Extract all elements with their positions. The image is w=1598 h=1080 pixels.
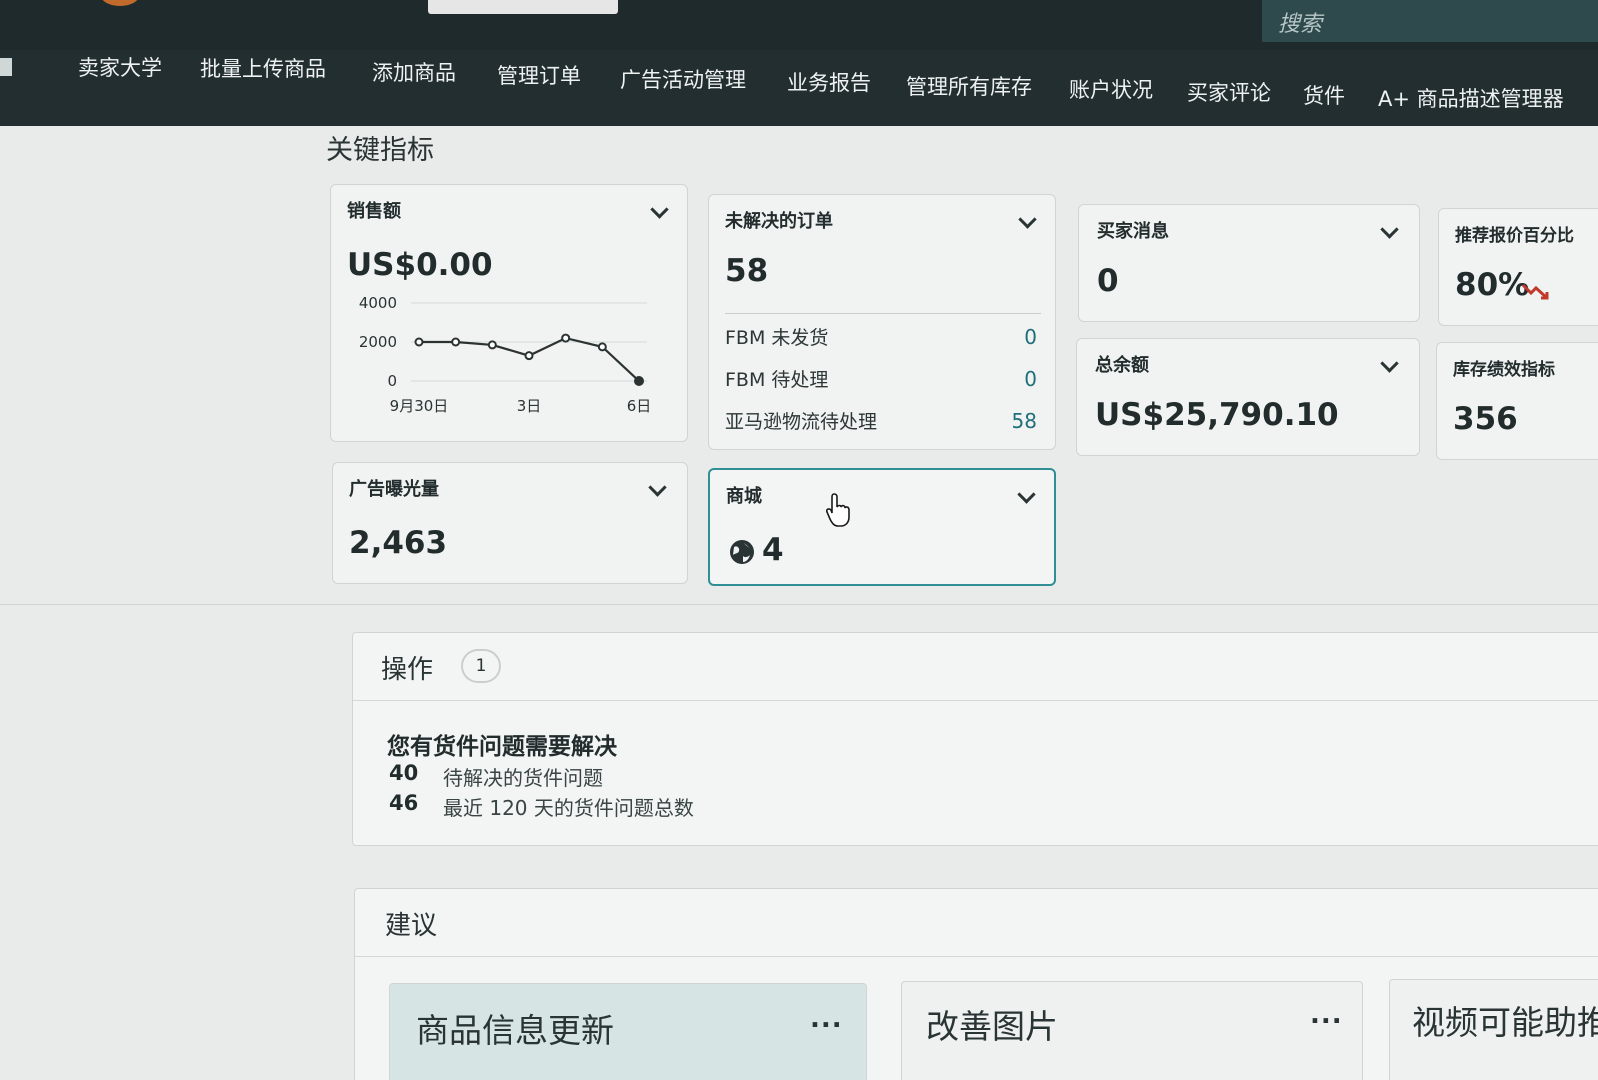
actions-header: 操作 1 bbox=[353, 633, 1598, 701]
suggestions-header: 建议 bbox=[355, 889, 1598, 957]
data-point bbox=[597, 342, 607, 352]
actions-title: 操作 bbox=[381, 655, 434, 685]
fbm-pending-value[interactable]: 0 bbox=[997, 367, 1037, 391]
data-point bbox=[524, 351, 534, 361]
y-tick-label: 2000 bbox=[359, 333, 397, 351]
fba-pending-label[interactable]: 亚马逊物流待处理 bbox=[725, 407, 877, 434]
x-tick-label: 6日 bbox=[627, 397, 652, 415]
chevron-down-icon[interactable] bbox=[1380, 354, 1399, 373]
marketplace-selector[interactable] bbox=[428, 0, 618, 14]
featured-offer-card[interactable]: 推荐报价百分比 80% bbox=[1438, 208, 1598, 326]
nav-item-account-health[interactable]: 账户状况 bbox=[1069, 74, 1153, 104]
inventory-performance-title: 库存绩效指标 bbox=[1453, 360, 1555, 380]
more-options-icon[interactable]: ... bbox=[1310, 1000, 1343, 1030]
nav-item-business-reports[interactable]: 业务报告 bbox=[787, 67, 871, 97]
buyer-messages-title: 买家消息 bbox=[1097, 221, 1169, 242]
chevron-down-icon[interactable] bbox=[650, 200, 669, 219]
marketplace-card[interactable]: 商城 4 bbox=[708, 468, 1056, 586]
buyer-messages-value: 0 bbox=[1097, 263, 1119, 299]
sales-value: US$0.00 bbox=[347, 247, 493, 283]
marketplace-title: 商城 bbox=[726, 486, 762, 507]
orders-title: 未解决的订单 bbox=[725, 211, 833, 232]
chevron-down-icon[interactable] bbox=[1018, 210, 1037, 229]
data-point bbox=[451, 337, 461, 347]
chevron-down-icon[interactable] bbox=[1380, 220, 1399, 239]
balance-title: 总余额 bbox=[1095, 355, 1149, 376]
ad-impressions-title: 广告曝光量 bbox=[349, 479, 439, 500]
nav-item-buyer-reviews[interactable]: 买家评论 bbox=[1187, 77, 1271, 107]
data-point bbox=[487, 340, 497, 350]
bookmark-icon[interactable] bbox=[0, 58, 12, 76]
x-tick-label: 3日 bbox=[517, 397, 542, 415]
actions-count-badge: 1 bbox=[461, 649, 501, 683]
data-point bbox=[414, 337, 424, 347]
featured-offer-title: 推荐报价百分比 bbox=[1455, 226, 1574, 246]
suggestion-title: 视频可能助推 bbox=[1412, 1003, 1598, 1042]
actions-panel: 操作 1 您有货件问题需要解决 40 待解决的货件问题 46 最近 120 天的… bbox=[352, 632, 1598, 846]
search-input[interactable]: 搜索 bbox=[1262, 0, 1598, 42]
logo[interactable] bbox=[100, 0, 140, 6]
suggestions-title: 建议 bbox=[385, 911, 438, 941]
section-divider bbox=[0, 604, 1598, 605]
chevron-down-icon[interactable] bbox=[1017, 485, 1036, 504]
fba-pending-value[interactable]: 58 bbox=[997, 409, 1037, 433]
suggestions-panel: 建议 商品信息更新 ... 改善图片 ... 视频可能助推 bbox=[354, 888, 1598, 1080]
ad-impressions-card[interactable]: 广告曝光量 2,463 bbox=[332, 462, 688, 584]
data-point bbox=[634, 376, 644, 386]
globe-icon bbox=[730, 540, 754, 564]
key-metrics-title: 关键指标 bbox=[326, 135, 434, 166]
nav-item-seller-university[interactable]: 卖家大学 bbox=[78, 52, 162, 82]
chevron-down-icon[interactable] bbox=[648, 478, 667, 497]
orders-card[interactable]: 未解决的订单 58 FBM 未发货 0 FBM 待处理 0 亚马逊物流待处理 5… bbox=[708, 194, 1056, 450]
ad-impressions-value: 2,463 bbox=[349, 525, 448, 561]
featured-offer-value: 80% bbox=[1455, 267, 1530, 303]
inventory-performance-card[interactable]: 库存绩效指标 356 bbox=[1436, 342, 1598, 460]
x-tick-label: 9月30日 bbox=[390, 397, 449, 415]
y-tick-label: 0 bbox=[387, 372, 397, 390]
total-issues-label[interactable]: 最近 120 天的货件问题总数 bbox=[443, 792, 694, 821]
sales-title: 销售额 bbox=[347, 201, 401, 222]
open-issues-count: 40 bbox=[389, 761, 419, 785]
y-tick-label: 4000 bbox=[359, 294, 397, 312]
marketplace-value: 4 bbox=[762, 532, 784, 568]
open-issues-label[interactable]: 待解决的货件问题 bbox=[443, 762, 603, 791]
suggestion-title: 商品信息更新 bbox=[416, 1011, 614, 1050]
balance-value: US$25,790.10 bbox=[1095, 397, 1339, 433]
inventory-performance-value: 356 bbox=[1453, 401, 1518, 437]
divider bbox=[725, 313, 1041, 314]
top-bar: 搜索 bbox=[0, 0, 1598, 50]
nav-item-ad-campaigns[interactable]: 广告活动管理 bbox=[620, 64, 746, 94]
buyer-messages-card[interactable]: 买家消息 0 bbox=[1078, 204, 1420, 322]
fbm-unshipped-label[interactable]: FBM 未发货 bbox=[725, 323, 828, 350]
suggestion-card-video[interactable]: 视频可能助推 bbox=[1389, 979, 1598, 1080]
nav-item-shipments[interactable]: 货件 bbox=[1303, 80, 1345, 110]
nav-item-add-product[interactable]: 添加商品 bbox=[372, 57, 456, 87]
suggestion-title: 改善图片 bbox=[926, 1007, 1058, 1046]
nav-item-aplus-manager[interactable]: A+ 商品描述管理器 bbox=[1378, 83, 1564, 113]
hand-cursor-icon bbox=[826, 493, 850, 527]
more-options-icon[interactable]: ... bbox=[810, 1004, 843, 1034]
data-point bbox=[561, 333, 571, 343]
sales-chart: 4000 2000 0 9月30日 3日 6日 bbox=[359, 294, 652, 415]
search-placeholder: 搜索 bbox=[1278, 12, 1323, 37]
shipment-issue-title[interactable]: 您有货件问题需要解决 bbox=[387, 727, 617, 761]
nav-item-manage-orders[interactable]: 管理订单 bbox=[497, 60, 581, 90]
nav-item-bulk-upload[interactable]: 批量上传商品 bbox=[200, 53, 326, 83]
sales-card[interactable]: 销售额 US$0.00 4000 2000 0 9月30日 3日 6日 bbox=[330, 184, 688, 442]
main-nav: 卖家大学 批量上传商品 添加商品 管理订单 广告活动管理 业务报告 管理所有库存… bbox=[0, 50, 1598, 126]
nav-item-manage-inventory[interactable]: 管理所有库存 bbox=[906, 71, 1032, 101]
total-issues-count: 46 bbox=[389, 791, 419, 815]
fbm-pending-label[interactable]: FBM 待处理 bbox=[725, 365, 828, 392]
orders-value: 58 bbox=[725, 253, 769, 289]
suggestion-card-improve-images[interactable]: 改善图片 ... bbox=[901, 981, 1363, 1080]
trend-down-icon bbox=[1521, 283, 1549, 300]
balance-card[interactable]: 总余额 US$25,790.10 bbox=[1076, 338, 1420, 456]
suggestion-card-listing-update[interactable]: 商品信息更新 ... bbox=[389, 983, 867, 1080]
fbm-unshipped-value[interactable]: 0 bbox=[997, 325, 1037, 349]
